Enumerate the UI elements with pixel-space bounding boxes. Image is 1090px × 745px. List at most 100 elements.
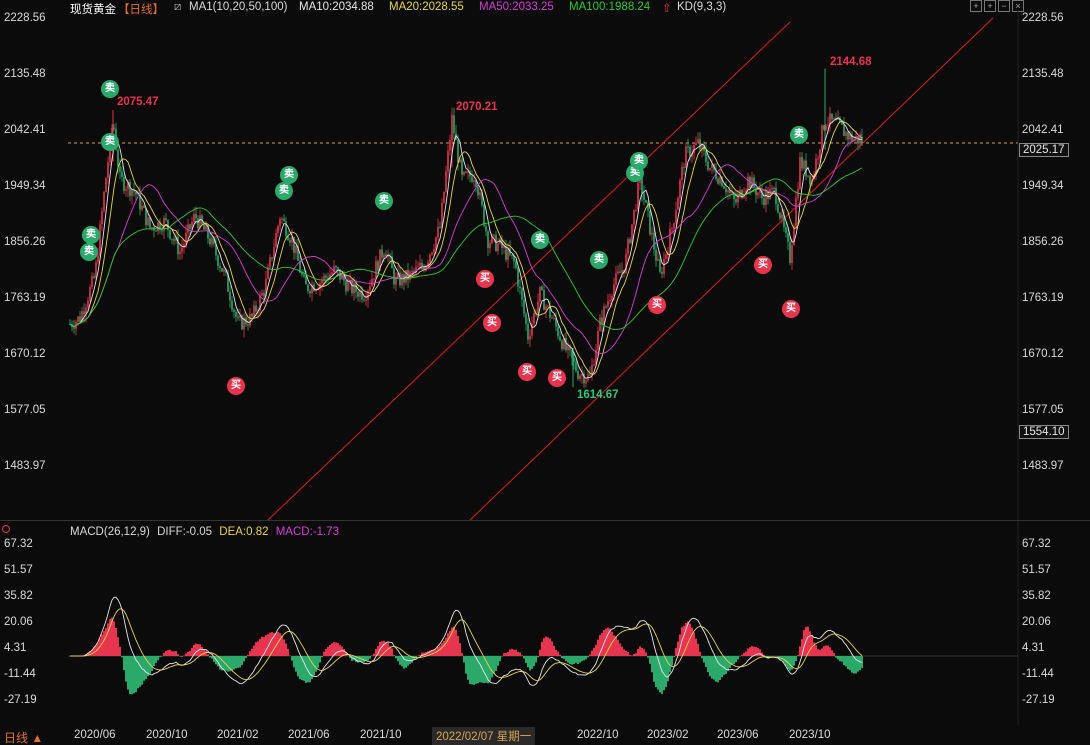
macd-bar	[501, 656, 503, 657]
panel-marker-icon[interactable]	[2, 525, 10, 533]
macd-bar	[711, 656, 713, 679]
candle-body	[709, 167, 711, 170]
candle-body	[221, 268, 223, 272]
chart-stage[interactable]: 现货黄金 【日线】 ⧄ MA1(10,20,50,100) MA10:2034.…	[0, 0, 1090, 745]
candle-body	[525, 313, 527, 324]
candle-body	[519, 286, 521, 289]
price-tick-right: 2228.56	[1022, 12, 1064, 24]
macd-bar	[285, 643, 287, 656]
candle-body	[593, 364, 595, 366]
macd-bar	[459, 643, 461, 656]
candle-body	[97, 255, 99, 263]
macd-bar	[143, 656, 145, 681]
macd-bar	[741, 654, 743, 656]
candle-body	[799, 157, 801, 189]
macd-bar	[847, 656, 849, 669]
candle-body	[679, 180, 681, 198]
candle-body	[627, 239, 629, 254]
candle-body	[411, 270, 413, 272]
macd-bar	[133, 656, 135, 694]
macd-tick-left: 20.06	[4, 616, 33, 628]
time-tick: 2023/02	[647, 729, 689, 741]
macd-bar	[757, 647, 759, 656]
candle-body	[705, 151, 707, 162]
candle-body	[247, 324, 249, 326]
time-tick: 2021/06	[288, 729, 330, 741]
macd-tick-left: 51.57	[4, 564, 33, 576]
candle-body	[631, 224, 633, 243]
candle-body	[141, 205, 143, 210]
candle-body	[643, 193, 645, 201]
macd-bar	[137, 656, 139, 689]
candle-body	[747, 176, 749, 190]
candle-body	[161, 230, 163, 232]
sell-signal-icon: 卖	[531, 231, 549, 249]
panel-divider[interactable]	[0, 520, 1090, 521]
candle-body	[681, 166, 683, 181]
candle-body	[821, 125, 823, 150]
macd-bar	[533, 656, 535, 667]
candle-body	[565, 337, 567, 351]
macd-bar	[125, 656, 127, 682]
macd-bar	[635, 653, 637, 656]
price-tick-left: 1856.26	[4, 236, 46, 248]
price-chart[interactable]	[0, 0, 1090, 745]
candle-body	[129, 182, 131, 196]
buy-signal-icon: 买	[518, 363, 536, 381]
macd-bar	[511, 648, 513, 656]
macd-bar	[675, 647, 677, 656]
candle-body	[93, 276, 95, 278]
macd-bar	[851, 656, 853, 673]
candle-body	[725, 188, 727, 193]
macd-bar	[737, 656, 739, 660]
candle-body	[615, 273, 617, 285]
candle-body	[453, 115, 455, 134]
period-button[interactable]: 日线 ▲	[4, 729, 43, 745]
macd-bar	[707, 656, 709, 673]
low-price-box: 1554.10	[1019, 425, 1069, 439]
macd-bar	[439, 645, 441, 656]
macd-bar	[627, 652, 629, 656]
candle-body	[687, 146, 689, 148]
macd-bar	[171, 651, 173, 656]
macd-bar	[713, 656, 715, 680]
candle-body	[521, 288, 523, 300]
macd-bar	[557, 651, 559, 656]
candle-body	[377, 261, 379, 271]
macd-bar	[549, 638, 551, 656]
macd-bar	[759, 649, 761, 656]
candle-body	[107, 162, 109, 179]
macd-bar	[491, 656, 493, 678]
candle-body	[123, 177, 125, 191]
sell-signal-icon: 卖	[82, 226, 100, 244]
macd-bar	[321, 656, 323, 658]
macd-bar	[127, 656, 129, 690]
macd-tick-right: 67.32	[1022, 538, 1051, 550]
candle-body	[217, 255, 219, 266]
candle-body	[369, 286, 371, 291]
candle-body	[271, 257, 273, 259]
candle-body	[203, 223, 205, 230]
macd-bar	[483, 656, 485, 684]
candle-body	[527, 323, 529, 340]
candle-body	[429, 254, 431, 263]
candle-body	[575, 361, 577, 371]
macd-bar	[563, 656, 565, 659]
macd-bar	[523, 656, 525, 659]
candle-body	[157, 222, 159, 232]
macd-bar	[195, 643, 197, 656]
macd-bar	[373, 653, 375, 656]
candle-body	[677, 197, 679, 210]
candle-body	[577, 370, 579, 379]
macd-bar	[471, 656, 473, 685]
candle-body	[561, 340, 563, 350]
macd-bar	[123, 656, 125, 671]
candle-body	[143, 205, 145, 208]
macd-bar	[131, 656, 133, 695]
price-tick-left: 2228.56	[4, 12, 46, 24]
macd-tick-right: 4.31	[1022, 642, 1045, 654]
candle-body	[119, 166, 121, 172]
candle-body	[79, 316, 81, 323]
macd-bar	[641, 647, 643, 656]
candle-body	[465, 171, 467, 173]
